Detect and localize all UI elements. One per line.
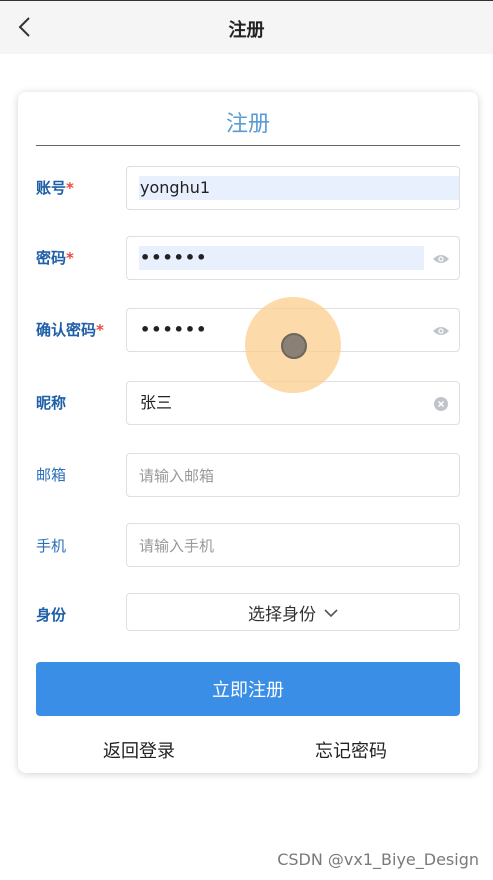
top-navbar: 注册 bbox=[0, 0, 493, 54]
password-label: 密码* bbox=[36, 249, 74, 267]
register-button[interactable]: 立即注册 bbox=[36, 662, 460, 716]
password-value: •••••• bbox=[139, 246, 424, 270]
confirm-password-value: •••••• bbox=[140, 320, 208, 339]
account-label: 账号* bbox=[36, 179, 74, 197]
touch-indicator-dot bbox=[281, 333, 307, 359]
phone-label: 手机 bbox=[36, 537, 67, 555]
clear-icon[interactable] bbox=[431, 394, 451, 414]
chevron-down-icon bbox=[324, 603, 338, 622]
forgot-password-link[interactable]: 忘记密码 bbox=[315, 737, 387, 763]
eye-icon[interactable] bbox=[431, 321, 451, 341]
nickname-value: 张三 bbox=[140, 393, 173, 412]
email-input[interactable]: 请输入邮箱 bbox=[126, 453, 460, 497]
eye-icon[interactable] bbox=[431, 249, 451, 269]
account-input[interactable]: yonghu1 bbox=[126, 166, 460, 210]
register-card: 注册 账号* yonghu1 密码* •••••• 确认密码* •••••• 昵… bbox=[18, 92, 478, 773]
title-divider bbox=[36, 145, 460, 146]
confirm-password-label: 确认密码* bbox=[36, 321, 104, 339]
back-to-login-link[interactable]: 返回登录 bbox=[103, 737, 175, 763]
nickname-label: 昵称 bbox=[36, 394, 67, 412]
email-placeholder: 请输入邮箱 bbox=[139, 467, 215, 485]
identity-selected-text: 选择身份 bbox=[248, 604, 316, 625]
watermark: CSDN @vx1_Biye_Design bbox=[277, 850, 479, 869]
password-input[interactable]: •••••• bbox=[126, 236, 460, 280]
account-value: yonghu1 bbox=[139, 176, 459, 200]
form-title: 注册 bbox=[225, 112, 270, 137]
phone-placeholder: 请输入手机 bbox=[139, 537, 215, 555]
identity-select[interactable]: 选择身份 bbox=[126, 593, 460, 631]
page-title: 注册 bbox=[228, 20, 265, 41]
email-label: 邮箱 bbox=[36, 466, 67, 484]
identity-label: 身份 bbox=[36, 606, 67, 624]
phone-input[interactable]: 请输入手机 bbox=[126, 523, 460, 567]
